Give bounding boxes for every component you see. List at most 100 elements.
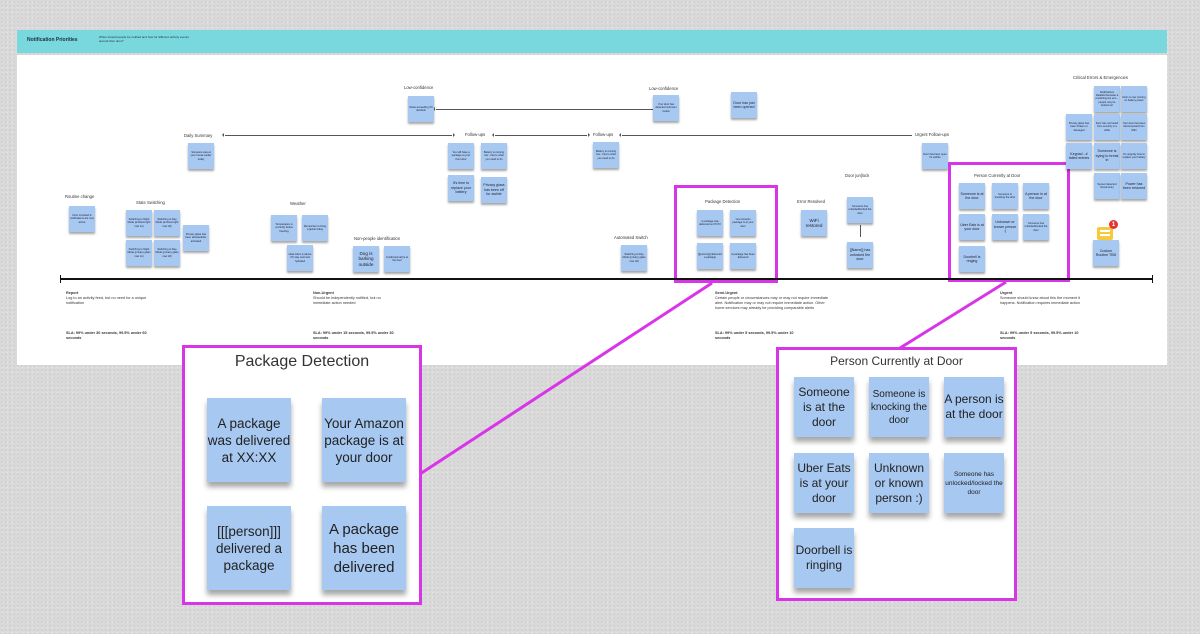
tier-description: Certain people or circumstances may or m… <box>715 296 829 310</box>
callout-sticky[interactable]: A package was delivered at XX:XX <box>207 398 291 482</box>
group-label: Weather <box>290 201 306 206</box>
sticky-note[interactable]: Someone is trying to break in <box>1094 143 1120 169</box>
group-label: Critical Errors & Emergencies <box>1073 75 1128 80</box>
callout-sticky[interactable]: [[[person]]] delivered a package <box>207 506 291 590</box>
priority-axis <box>60 275 1153 283</box>
callout-sticky[interactable]: Your Amazon package is at your door <box>322 398 406 482</box>
sticky-note[interactable]: Your Amazon package is at your door <box>730 210 756 236</box>
sticky-note[interactable]: [[Name]] has unlocked the door <box>847 242 873 268</box>
connector-daily-followups-r <box>225 133 455 137</box>
connector-followups-urgent <box>619 133 912 137</box>
sticky-note[interactable]: Privacy glass has been broken or damaged <box>1066 114 1092 140</box>
callout-sticky[interactable]: A package has been delivered <box>322 506 406 590</box>
group-label: Error Resolved <box>797 199 825 204</box>
group-label: Urgent Follow-ups <box>915 132 949 137</box>
sticky-note[interactable]: A package was delivered at XX:XX <box>697 210 723 236</box>
sticky-note[interactable]: It's urgently time to replace your batte… <box>1121 143 1147 169</box>
group-label: Low-confidence <box>649 86 679 91</box>
connector-lowconf-r <box>436 107 657 111</box>
callout-title: Package Detection <box>234 353 370 370</box>
sticky-note[interactable]: Temperature is currently below freezing <box>271 215 297 241</box>
sticky-note[interactable]: Privacy glass has been off for awhile <box>481 177 507 203</box>
board-subtitle: When should people be notified and how f… <box>99 35 189 43</box>
sticky-note[interactable]: Unknown or known person :) <box>992 214 1018 240</box>
tier-sla: SLA: 99% under 5 seconds, 99.5% under 10… <box>1000 331 1079 340</box>
sticky-note[interactable]: Remember to bring a jacket today <box>302 215 328 241</box>
callout-package-detection: Package Detection A package was delivere… <box>182 345 422 605</box>
group-label: Door jun|lock <box>845 173 870 178</box>
sticky-note[interactable]: Someone has unlocked/locked the door <box>1023 214 1049 240</box>
group-label: Follow-ups <box>465 132 486 137</box>
callout-sticky[interactable]: Doorbell is ringing <box>794 528 854 588</box>
tier-report: Report Log to an activity feed, but no n… <box>66 291 156 340</box>
tier-description: Log to an activity feed, but no need for… <box>66 296 147 305</box>
group-label: Follow-ups <box>593 132 614 137</box>
sticky-note[interactable]: Someone was at your house earlier today <box>188 143 214 169</box>
sticky-note[interactable]: It's time to replace your battery <box>448 175 474 201</box>
sticky-note[interactable]: Notifications disabled because a predict… <box>1094 86 1120 112</box>
tier-non-urgent: Non-Urgent Should be independently notif… <box>313 291 398 340</box>
header-banner: Notification Priorities When should peop… <box>17 30 1167 53</box>
callout-sticky[interactable]: A person is at the door <box>944 377 1004 437</box>
callout-title: Person Currently at Door <box>830 354 963 368</box>
sticky-note[interactable]: [[[person]]] delivered a package <box>697 243 723 269</box>
sticky-note[interactable]: Your door has been disconnected from WiF… <box>1121 114 1147 140</box>
sticky-note[interactable]: Dog is barking outside <box>353 246 379 272</box>
tier-urgent: Urgent Someone should know about this th… <box>1000 291 1085 340</box>
callout-person-at-door: Person Currently at Door Someone is at t… <box>776 347 1017 601</box>
tier-description: Should be independently notified, but no… <box>313 296 381 305</box>
callout-sticky[interactable]: Unknown or known person :) <box>869 453 929 513</box>
sticky-note[interactable]: Noise exceeding XX decibels <box>408 96 434 122</box>
tier-description: Someone should know about this the momen… <box>1000 296 1080 305</box>
callout-sticky[interactable]: Someone is knocking the door <box>869 377 929 437</box>
connector-door-jamb <box>860 225 861 237</box>
comment-count-badge: 1 <box>1109 220 1118 229</box>
comment-icon[interactable] <box>1097 227 1113 241</box>
board-title: Notification Priorities <box>27 37 78 43</box>
group-label: State Switching <box>136 200 165 205</box>
sticky-note[interactable]: Switching to Night Mode (privacy glass n… <box>126 240 152 266</box>
sticky-note[interactable]: You still have a package at your front d… <box>448 143 474 169</box>
sticky-note[interactable]: A package has been delivered <box>730 243 756 269</box>
sticky-note[interactable]: A [wild animal] is at the door <box>384 246 410 272</box>
sticky-note[interactable]: Door has not heard from security in a wh… <box>1094 114 1120 140</box>
group-label: Package Detection <box>705 199 741 204</box>
sticky-note[interactable]: Sensor detected forced entry <box>1094 173 1120 199</box>
sticky-note[interactable]: Door is now running on battery power <box>1121 86 1147 112</box>
sticky-note[interactable]: Heat index is above XX stay cool and hyd… <box>287 245 313 271</box>
connector-followups-r <box>495 133 590 137</box>
sticky-note[interactable]: Privacy glass has been activated/de-acti… <box>183 225 209 251</box>
callout-sticky[interactable]: Someone is at the door <box>794 377 854 437</box>
sticky-note[interactable]: Switching to Day Mode (ambient light now… <box>154 210 180 236</box>
sticky-note[interactable]: Someone is at the door <box>959 183 985 209</box>
sticky-note[interactable]: Door has just been opened <box>731 92 757 118</box>
sticky-note[interactable]: Uber Eats is at your door <box>959 214 985 240</box>
sticky-note[interactable]: WiFi restored <box>801 210 827 236</box>
callout-sticky[interactable]: Someone has unlocked/locked the door <box>944 453 1004 513</box>
sticky-note[interactable]: Battery is running low - here's what you… <box>481 143 507 169</box>
tier-sla: SLA: 99% under 15 seconds, 99.5% under 3… <box>313 331 394 340</box>
sticky-note[interactable]: Door has been open for awhile <box>922 143 948 169</box>
callout-sticky[interactable]: Uber Eats is at your door <box>794 453 854 513</box>
group-label: Routine change <box>65 194 95 199</box>
tier-semi-urgent: Semi-Urgent Certain people or circumstan… <box>715 291 833 340</box>
sticky-note[interactable]: Power has been restored <box>1121 173 1147 199</box>
sticky-note[interactable]: A person is at the door <box>1023 183 1049 209</box>
sticky-note[interactable]: Switching to Day Mode (privacy glass now… <box>621 245 647 271</box>
group-label: Person Currently at Door <box>974 173 1021 178</box>
sticky-note[interactable]: Switching to Day Mode (privacy glass now… <box>154 240 180 266</box>
group-label: Automated Switch <box>614 235 648 240</box>
sticky-note[interactable]: Your door has detected unknown motion <box>653 95 679 121</box>
sticky-note[interactable]: Someone is knocking the door <box>992 183 1018 209</box>
group-label: Daily Summary <box>184 133 213 138</box>
group-label: Low-confidence <box>404 85 434 90</box>
tier-sla: SLA: 99% under 5 seconds, 99.5% under 10… <box>715 331 794 340</box>
sticky-note[interactable]: Doorbell is ringing <box>959 246 985 272</box>
sticky-note[interactable]: Battery is running low - here's what you… <box>593 142 619 168</box>
sticky-note[interactable]: Someone has unlocked/locked the door <box>847 197 873 223</box>
sticky-note[interactable]: Door is locked & notifications are now a… <box>69 206 95 232</box>
tier-sla: SLA: 99% under 30 seconds, 99.5% under 6… <box>66 331 147 340</box>
group-label: Non-people identification <box>354 236 401 241</box>
sticky-note[interactable]: Keypad - # failed entries <box>1066 143 1092 169</box>
sticky-note[interactable]: Switching to Night Mode (ambient light n… <box>126 210 152 236</box>
